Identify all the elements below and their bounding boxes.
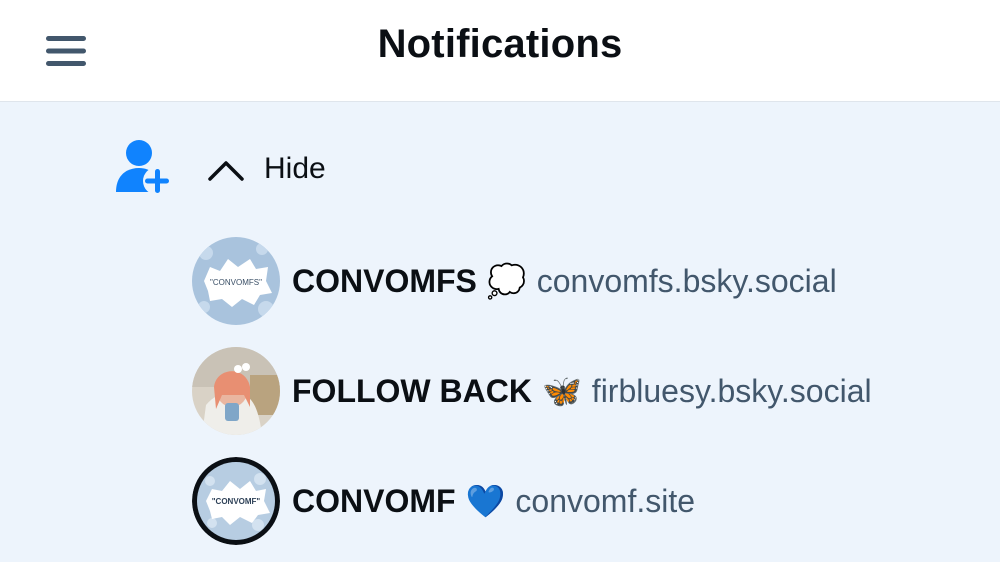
butterfly-emoji: 🦋 [541,373,582,409]
avatar[interactable] [192,347,280,435]
user-handle: convomfs.bsky.social [536,262,837,299]
thought-balloon-emoji: 💭 [486,263,527,299]
avatar[interactable]: "CONVOMFS" [192,237,280,325]
svg-text:"CONVOMF": "CONVOMF" [212,497,261,506]
follow-notification: Hide "CONVOMFS" CONVOMFS 💭 convomfs.bsky… [0,102,1000,562]
person-add-icon [116,140,171,195]
display-name: CONVOMF [292,482,456,519]
user-row-convomf[interactable]: "CONVOMF" CONVOMF 💙 convomf.site [192,456,695,546]
top-bar: Notifications [0,0,1000,102]
user-handle: convomf.site [515,482,696,519]
user-row-follow-back[interactable]: FOLLOW BACK 🦋 firbluesy.bsky.social [192,346,872,436]
display-name: CONVOMFS [292,262,477,299]
svg-text:"CONVOMFS": "CONVOMFS" [210,278,262,287]
blue-heart-emoji: 💙 [465,483,506,519]
hide-toggle[interactable]: Hide [206,152,326,186]
hide-label: Hide [264,152,326,185]
user-row-convomfs[interactable]: "CONVOMFS" CONVOMFS 💭 convomfs.bsky.soci… [192,236,837,326]
display-name: FOLLOW BACK [292,372,532,409]
user-handle: firbluesy.bsky.social [591,372,872,409]
page-title: Notifications [377,22,623,66]
avatar[interactable]: "CONVOMF" [192,457,280,545]
chevron-up-icon [208,161,244,181]
